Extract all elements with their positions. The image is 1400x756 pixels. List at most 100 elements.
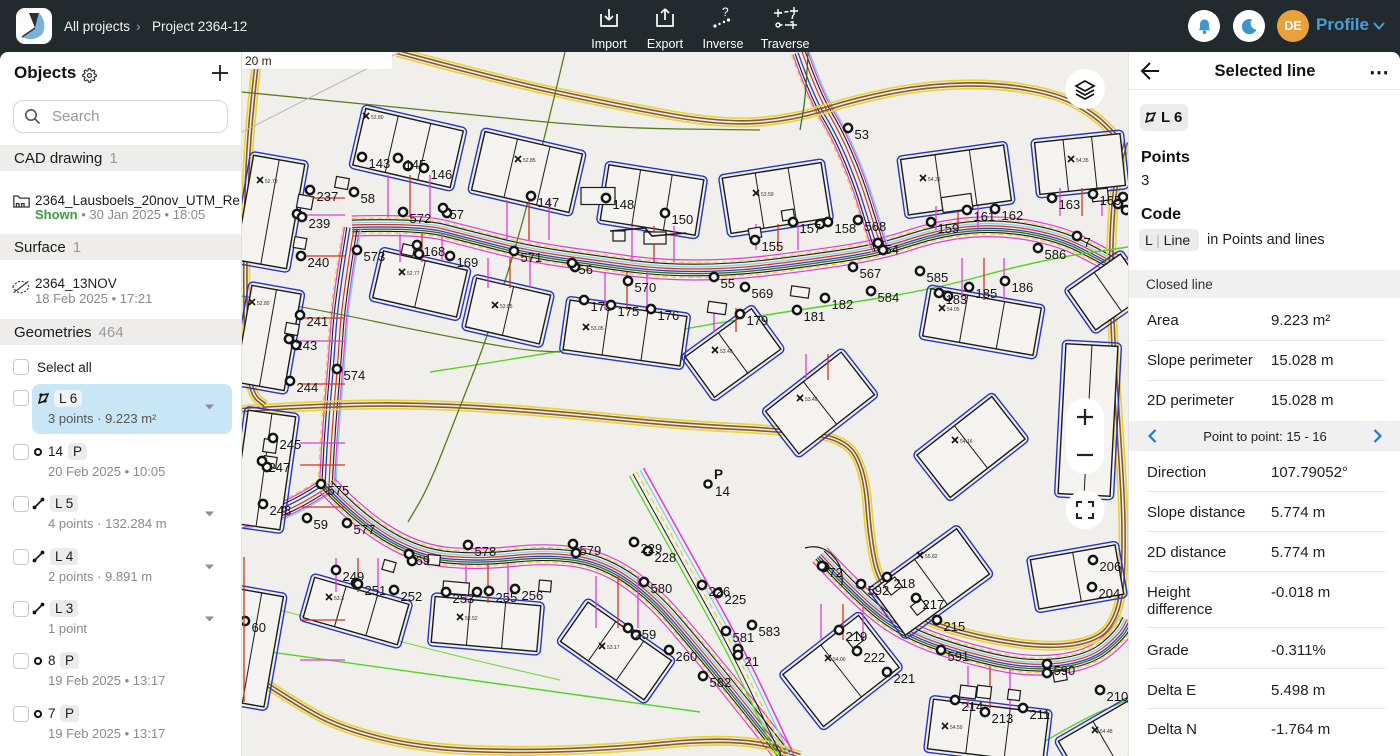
svg-text:53.3: 53.3	[334, 596, 344, 602]
svg-text:21: 21	[745, 654, 759, 669]
svg-text:58: 58	[361, 191, 375, 206]
svg-text:226: 226	[709, 584, 731, 599]
svg-text:147: 147	[538, 195, 560, 210]
svg-text:P: P	[714, 467, 723, 482]
svg-text:53.40: 53.40	[720, 349, 733, 355]
svg-text:158: 158	[835, 221, 857, 236]
svg-text:580: 580	[651, 581, 673, 596]
svg-text:72: 72	[829, 565, 843, 580]
svg-text:573: 573	[364, 249, 386, 264]
svg-text:52.79: 52.79	[265, 179, 278, 185]
svg-text:?: ?	[722, 6, 729, 19]
svg-text:584: 584	[878, 290, 900, 305]
svg-text:157: 157	[800, 221, 822, 236]
svg-text:163: 163	[1059, 197, 1081, 212]
svg-text:221: 221	[894, 671, 916, 686]
svg-text:186: 186	[1012, 280, 1034, 295]
svg-text:143: 143	[369, 156, 391, 171]
svg-text:169: 169	[457, 255, 479, 270]
svg-text:571: 571	[521, 250, 543, 265]
svg-text:20 m: 20 m	[245, 54, 272, 68]
svg-text:260: 260	[676, 649, 698, 664]
svg-text:585: 585	[927, 270, 949, 285]
svg-text:240: 240	[308, 255, 330, 270]
svg-text:162: 162	[1002, 208, 1024, 223]
svg-text:222: 222	[864, 650, 886, 665]
svg-text:211: 211	[1030, 707, 1051, 722]
svg-text:148: 148	[613, 197, 635, 212]
svg-text:52.80: 52.80	[257, 301, 270, 307]
svg-text:176: 176	[658, 308, 680, 323]
svg-text:252: 252	[401, 589, 423, 604]
svg-text:582: 582	[710, 675, 732, 690]
svg-text:54: 54	[885, 242, 899, 257]
svg-text:245: 245	[280, 437, 302, 452]
svg-text:54.50: 54.50	[950, 725, 963, 731]
svg-text:54.16: 54.16	[960, 439, 973, 445]
svg-text:247: 247	[269, 460, 291, 475]
svg-text:579: 579	[580, 543, 602, 558]
svg-text:217: 217	[923, 597, 945, 612]
svg-text:54.35: 54.35	[1076, 158, 1089, 164]
svg-text:567: 567	[860, 266, 882, 281]
svg-text:53.52: 53.52	[465, 616, 478, 622]
svg-text:181: 181	[804, 309, 826, 324]
svg-text:56: 56	[579, 262, 593, 277]
svg-text:251: 251	[365, 583, 387, 598]
svg-text:54.48: 54.48	[1100, 729, 1113, 735]
svg-text:570: 570	[635, 280, 657, 295]
svg-text:52.77: 52.77	[407, 271, 420, 277]
svg-text:182: 182	[832, 297, 854, 312]
svg-text:581: 581	[733, 630, 755, 645]
svg-text:583: 583	[759, 624, 781, 639]
svg-text:241: 241	[307, 314, 329, 329]
svg-text:53.40: 53.40	[805, 397, 818, 403]
svg-text:179: 179	[747, 313, 769, 328]
svg-text:53.59: 53.59	[761, 192, 774, 198]
svg-text:54.00: 54.00	[833, 657, 846, 663]
svg-text:259: 259	[635, 627, 657, 642]
svg-text:244: 244	[297, 380, 319, 395]
svg-text:14: 14	[715, 484, 731, 499]
svg-text:53: 53	[855, 127, 869, 142]
svg-text:591: 591	[948, 649, 970, 664]
svg-text:237: 237	[317, 189, 339, 204]
svg-text:219: 219	[846, 629, 868, 644]
svg-text:175: 175	[618, 304, 640, 319]
svg-text:155: 155	[762, 239, 784, 254]
svg-text:52.85: 52.85	[523, 158, 536, 164]
svg-text:204: 204	[1099, 586, 1121, 601]
svg-text:586: 586	[1045, 247, 1067, 262]
svg-text:57: 57	[450, 207, 464, 222]
svg-text:7: 7	[1084, 235, 1091, 250]
svg-text:168: 168	[424, 244, 446, 259]
svg-text:215: 215	[944, 619, 966, 634]
svg-text:590: 590	[1054, 663, 1076, 678]
svg-text:69: 69	[416, 553, 430, 568]
svg-text:253: 253	[453, 591, 475, 606]
svg-text:53.17: 53.17	[607, 645, 620, 651]
svg-text:239: 239	[309, 216, 331, 231]
svg-text:218: 218	[894, 576, 916, 591]
svg-text:146: 146	[431, 167, 453, 182]
svg-text:183: 183	[946, 292, 968, 307]
svg-text:213: 213	[992, 711, 1014, 726]
svg-text:256: 256	[522, 588, 544, 603]
svg-text:243: 243	[296, 338, 318, 353]
svg-text:572: 572	[410, 211, 432, 226]
svg-text:592: 592	[868, 583, 890, 598]
svg-text:575: 575	[328, 483, 350, 498]
svg-text:150: 150	[672, 212, 694, 227]
svg-text:55.82: 55.82	[925, 554, 938, 560]
svg-text:55: 55	[721, 276, 735, 291]
svg-text:54.05: 54.05	[947, 307, 960, 313]
svg-text:577: 577	[354, 522, 376, 537]
svg-text:578: 578	[475, 544, 497, 559]
svg-text:569: 569	[752, 286, 774, 301]
svg-text:206: 206	[1100, 559, 1122, 574]
svg-text:248: 248	[270, 503, 292, 518]
svg-text:59: 59	[314, 517, 328, 532]
svg-text:568: 568	[865, 219, 887, 234]
svg-text:185: 185	[976, 286, 998, 301]
svg-text:54.35: 54.35	[928, 177, 941, 183]
